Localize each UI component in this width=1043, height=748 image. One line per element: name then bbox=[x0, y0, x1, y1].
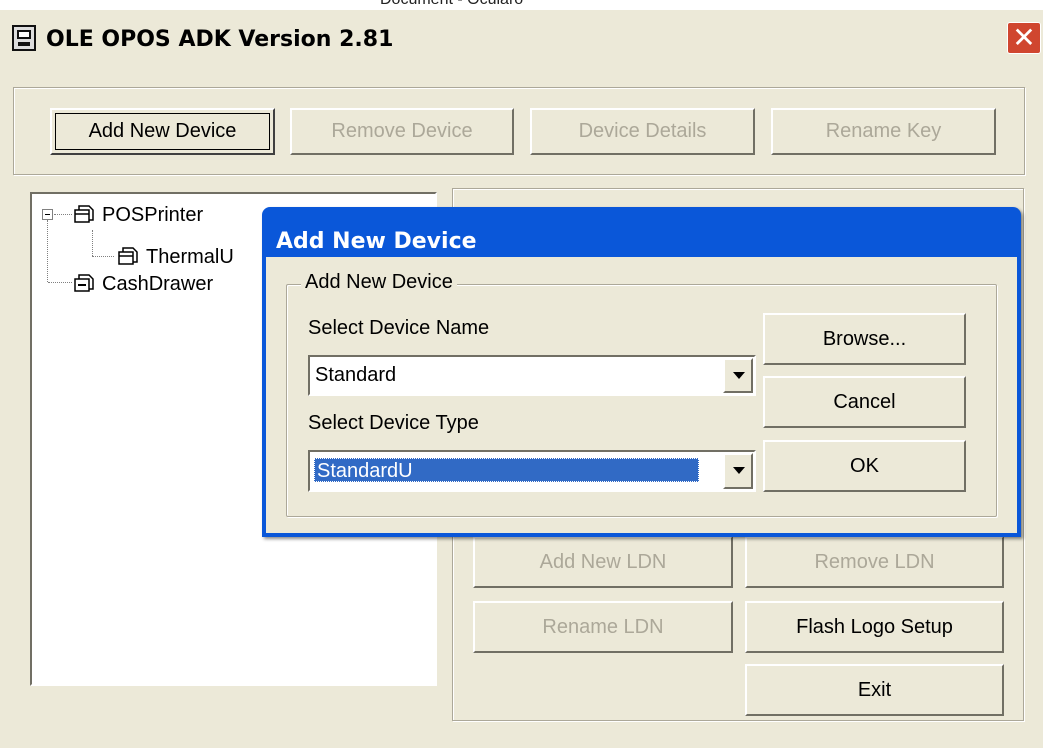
tree-connector bbox=[54, 214, 72, 215]
tree-item-cashdrawer[interactable]: CashDrawer bbox=[102, 273, 213, 296]
browse-button[interactable]: Browse... bbox=[763, 313, 966, 365]
add-new-ldn-label: Add New LDN bbox=[539, 551, 667, 573]
main-window: Document - Ocularo OLE OPOS ADK Version … bbox=[0, 0, 1043, 748]
browse-label: Browse... bbox=[822, 328, 907, 350]
flash-logo-setup-button[interactable]: Flash Logo Setup bbox=[745, 601, 1004, 653]
title-bar[interactable]: OLE OPOS ADK Version 2.81 ✕ bbox=[0, 10, 1043, 64]
chevron-down-icon[interactable] bbox=[723, 358, 753, 393]
remove-ldn-button[interactable]: Remove LDN bbox=[745, 536, 1004, 588]
add-new-device-label: Add New Device bbox=[88, 120, 237, 142]
ok-label: OK bbox=[850, 455, 879, 477]
tree-connector bbox=[92, 230, 93, 256]
add-new-device-dialog: Add New Device Add New Device Select Dev… bbox=[262, 207, 1021, 537]
tree-connector bbox=[92, 256, 114, 257]
window-title: OLE OPOS ADK Version 2.81 bbox=[46, 27, 394, 52]
close-button[interactable]: ✕ bbox=[1007, 22, 1041, 54]
device-details-button[interactable]: Device Details bbox=[530, 108, 755, 155]
device-type-label: Select Device Type bbox=[308, 412, 479, 434]
remove-device-label: Remove Device bbox=[331, 120, 473, 142]
app-icon[interactable] bbox=[12, 25, 36, 51]
cash-drawer-icon bbox=[74, 274, 94, 292]
rename-ldn-label: Rename LDN bbox=[542, 616, 664, 638]
chevron-down-icon[interactable] bbox=[723, 453, 753, 489]
dialog-body: Add New Device Select Device Name Standa… bbox=[266, 257, 1017, 533]
rename-ldn-button[interactable]: Rename LDN bbox=[473, 601, 733, 653]
remove-device-button[interactable]: Remove Device bbox=[290, 108, 514, 155]
background-window-strip: Document - Ocularo bbox=[0, 0, 1043, 10]
tree-item-thermalu[interactable]: ThermalU bbox=[146, 246, 234, 269]
collapse-toggle[interactable] bbox=[42, 209, 53, 220]
device-name-combo[interactable]: Standard bbox=[308, 355, 756, 396]
device-name-label: Select Device Name bbox=[308, 317, 490, 339]
groupbox-label: Add New Device bbox=[301, 271, 457, 294]
device-type-combo[interactable]: StandardU bbox=[308, 450, 756, 492]
tree-connector bbox=[48, 282, 72, 283]
flash-logo-setup-label: Flash Logo Setup bbox=[796, 616, 953, 638]
add-new-device-button[interactable]: Add New Device bbox=[50, 108, 275, 155]
exit-label: Exit bbox=[857, 679, 892, 701]
cancel-label: Cancel bbox=[833, 391, 896, 413]
device-type-value: StandardU bbox=[314, 458, 699, 482]
add-new-ldn-button[interactable]: Add New LDN bbox=[473, 536, 733, 588]
printer-device-icon bbox=[118, 247, 138, 265]
device-details-label: Device Details bbox=[578, 120, 707, 142]
tree-item-posprinter[interactable]: POSPrinter bbox=[102, 204, 203, 227]
remove-ldn-label: Remove LDN bbox=[814, 551, 935, 573]
ok-button[interactable]: OK bbox=[763, 440, 966, 492]
rename-key-button[interactable]: Rename Key bbox=[771, 108, 996, 155]
rename-key-label: Rename Key bbox=[825, 120, 942, 142]
printer-device-icon bbox=[74, 205, 94, 223]
device-name-value: Standard bbox=[315, 364, 397, 386]
exit-button[interactable]: Exit bbox=[745, 664, 1004, 716]
background-window-text: Document - Ocularo bbox=[380, 0, 523, 9]
cancel-button[interactable]: Cancel bbox=[763, 376, 966, 428]
dialog-title: Add New Device bbox=[276, 229, 477, 254]
tree-connector bbox=[47, 220, 48, 282]
